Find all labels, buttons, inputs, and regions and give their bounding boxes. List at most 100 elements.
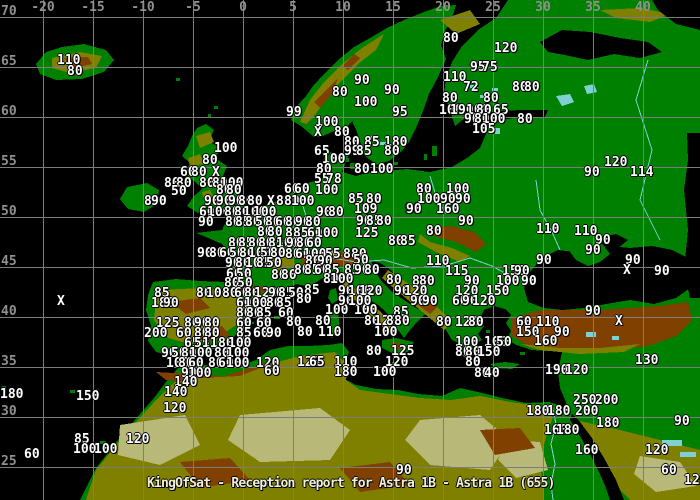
- dish-size-label: 50: [171, 186, 187, 197]
- turkish-lake-2: [612, 336, 619, 340]
- dish-size-label: 120: [494, 43, 517, 54]
- dish-size-label: 90: [406, 204, 422, 215]
- dish-size-label: 110: [318, 327, 341, 338]
- lat-tick-label: 40: [1, 306, 17, 318]
- lon-tick-label: 25: [485, 2, 501, 14]
- dish-size-label: 120: [565, 365, 588, 376]
- dish-size-label: 180: [596, 418, 619, 429]
- lon-tick-label: 5: [289, 2, 297, 14]
- dish-size-label: 180: [0, 389, 23, 400]
- dish-size-label: 90: [422, 296, 438, 307]
- dish-size-label: 180: [526, 406, 549, 417]
- dish-size-label: 100: [94, 444, 117, 455]
- dish-size-label: 40: [484, 368, 500, 379]
- dish-size-label: 80: [426, 226, 442, 237]
- dish-size-label: 90: [458, 216, 474, 227]
- reception-x-marker: X: [623, 265, 631, 276]
- dish-size-label: 60: [24, 449, 40, 460]
- dish-size-label: 160: [436, 204, 459, 215]
- dish-size-label: 90: [674, 416, 690, 427]
- dish-size-label: 72: [463, 82, 479, 93]
- persian-gulf-edge-2: [680, 452, 696, 457]
- lon-tick-label: -10: [131, 2, 154, 14]
- lat-tick-label: 45: [1, 256, 17, 268]
- dish-size-label: 120: [645, 445, 668, 456]
- dish-size-label: 180: [547, 406, 570, 417]
- dish-size-label: 200: [575, 406, 598, 417]
- dish-size-label: 95: [392, 107, 408, 118]
- dish-size-label: 80: [384, 146, 400, 157]
- dish-size-label: 60: [661, 465, 677, 476]
- dish-size-label: 180: [334, 367, 357, 378]
- dish-size-label: 180: [556, 425, 579, 436]
- dish-size-label: 90: [266, 328, 282, 339]
- dish-size-label: 120: [604, 157, 627, 168]
- dish-size-label: 100: [348, 296, 371, 307]
- dish-size-label: 90: [396, 465, 412, 476]
- dish-size-label: 90: [521, 276, 537, 287]
- bornholm-island: [394, 162, 398, 165]
- lon-tick-label: 0: [239, 2, 247, 14]
- dish-size-label: 114: [630, 167, 653, 178]
- dish-size-label: 80: [443, 33, 459, 44]
- dish-size-label: 75: [482, 62, 498, 73]
- dish-size-label: 90: [151, 196, 167, 207]
- dish-size-label: 60: [294, 184, 310, 195]
- dish-size-label: 120: [126, 434, 149, 445]
- dish-size-label: 140: [164, 387, 187, 398]
- dish-size-label: 120: [472, 296, 495, 307]
- dish-size-label: 100: [374, 327, 397, 338]
- lon-tick-label: -15: [81, 2, 104, 14]
- dish-size-label: 120: [163, 403, 186, 414]
- dish-size-label: 80: [364, 265, 380, 276]
- reception-x-marker: X: [615, 316, 623, 327]
- dish-size-label: 100: [226, 358, 249, 369]
- dish-size-label: 80: [517, 114, 533, 125]
- dish-size-label: 90: [585, 306, 601, 317]
- dish-size-label: 80: [332, 87, 348, 98]
- lon-tick-label: 20: [435, 2, 451, 14]
- dish-size-label: 80: [328, 207, 344, 218]
- dish-size-label: 90: [384, 85, 400, 96]
- lat-tick-label: 30: [1, 406, 17, 418]
- dish-size-label: 200: [595, 395, 618, 406]
- dish-size-label: 85: [400, 236, 416, 247]
- lon-tick-label: 10: [335, 2, 351, 14]
- oland-island: [424, 154, 427, 160]
- reception-caption: KingOfSat - Reception report for Astra 1…: [147, 476, 555, 491]
- dish-size-label: 125: [355, 228, 378, 239]
- lon-tick-label: 35: [585, 2, 601, 14]
- dish-size-label: 100: [370, 164, 393, 175]
- dish-size-label: 100: [373, 367, 396, 378]
- dish-size-label: 80: [524, 82, 540, 93]
- dish-size-label: 90: [198, 217, 214, 228]
- dish-size-label: 80: [366, 346, 382, 357]
- dish-size-label: 100: [354, 97, 377, 108]
- dish-size-label: 80: [376, 216, 392, 227]
- dish-size-label: 80: [468, 317, 484, 328]
- dish-size-label: 90: [584, 167, 600, 178]
- dish-size-label: 60: [264, 366, 280, 377]
- orkney-island: [208, 114, 211, 117]
- dish-size-label: 80: [67, 66, 83, 77]
- lat-tick-label: 60: [1, 106, 17, 118]
- dish-size-label: 105: [472, 124, 495, 135]
- aegean-island-1: [486, 330, 490, 333]
- lon-tick-label: 30: [535, 2, 551, 14]
- dish-size-label: 130: [635, 355, 658, 366]
- lat-tick-label: 65: [1, 56, 17, 68]
- lat-tick-label: 70: [1, 6, 17, 18]
- dish-size-label: 100: [291, 196, 314, 207]
- dish-size-label: 200: [144, 328, 167, 339]
- dish-size-label: 78: [326, 174, 342, 185]
- dish-size-label: 80: [436, 317, 452, 328]
- dish-size-label: 65: [309, 357, 325, 368]
- shetland-island: [214, 106, 218, 109]
- dish-size-label: 150: [76, 391, 99, 402]
- dish-size-label: 90: [654, 266, 670, 277]
- dish-size-label: 100: [73, 444, 96, 455]
- dish-size-label: 80: [297, 327, 313, 338]
- reception-x-marker: X: [57, 296, 65, 307]
- faroe-island: [176, 78, 180, 81]
- turkish-lake-1: [586, 332, 596, 337]
